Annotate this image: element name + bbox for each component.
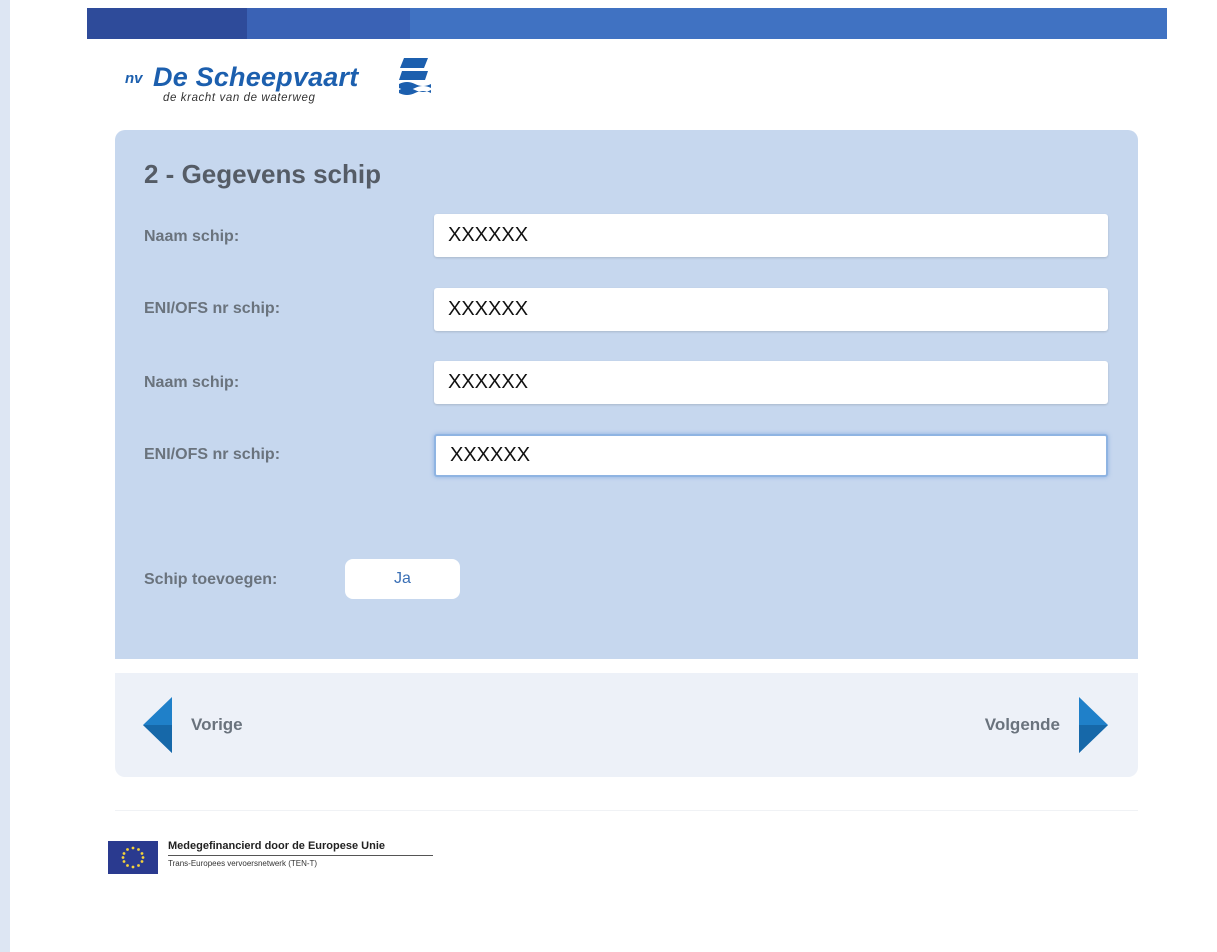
top-bar-segment-dark bbox=[87, 8, 247, 39]
eu-flag-icon bbox=[108, 841, 158, 874]
arrow-left-icon bbox=[143, 697, 172, 753]
logo-tagline: de kracht van de waterweg bbox=[163, 92, 316, 104]
previous-button[interactable]: Vorige bbox=[143, 697, 243, 753]
eni-ofs-number-input-1[interactable] bbox=[434, 288, 1108, 331]
next-label: Volgende bbox=[984, 715, 1060, 734]
logo-prefix: nv bbox=[125, 70, 143, 87]
ship-name-input-1[interactable] bbox=[434, 214, 1108, 257]
eni-ofs-number-label-2: ENI/OFS nr schip: bbox=[144, 446, 281, 463]
eu-funding-subtitle: Trans-Europees vervoersnetwerk (TEN-T) bbox=[168, 859, 318, 868]
next-button[interactable]: Volgende bbox=[985, 697, 1108, 753]
top-color-bar bbox=[87, 8, 1167, 39]
ship-name-label-2: Naam schip: bbox=[144, 374, 240, 391]
add-ship-yes-button[interactable]: Ja bbox=[345, 559, 460, 599]
step-title: 2 - Gegevens schip bbox=[144, 159, 381, 189]
eni-ofs-number-input-2[interactable] bbox=[434, 434, 1108, 477]
company-logo[interactable]: nv De Scheepvaart de kracht van de water… bbox=[125, 58, 431, 112]
eu-notice-rule bbox=[168, 855, 433, 856]
add-ship-label: Schip toevoegen: bbox=[144, 571, 278, 588]
top-bar-segment-light bbox=[410, 8, 1167, 39]
ship-name-input-2[interactable] bbox=[434, 361, 1108, 404]
logo-wave-mark-icon bbox=[399, 58, 431, 95]
footer-divider bbox=[115, 810, 1138, 811]
logo-name: De Scheepvaart bbox=[153, 62, 359, 92]
arrow-right-icon bbox=[1079, 697, 1108, 753]
wizard-navigation: Vorige Volgende bbox=[115, 673, 1138, 777]
page: nv De Scheepvaart de kracht van de water… bbox=[10, 0, 1217, 952]
ship-name-label-1: Naam schip: bbox=[144, 228, 240, 245]
top-bar-segment-mid bbox=[247, 8, 410, 39]
eni-ofs-number-label-1: ENI/OFS nr schip: bbox=[144, 300, 281, 317]
eu-funding-title: Medegefinancierd door de Europese Unie bbox=[168, 840, 385, 852]
previous-label: Vorige bbox=[191, 715, 243, 734]
ship-details-panel: 2 - Gegevens schip Naam schip: ENI/OFS n… bbox=[115, 130, 1138, 659]
